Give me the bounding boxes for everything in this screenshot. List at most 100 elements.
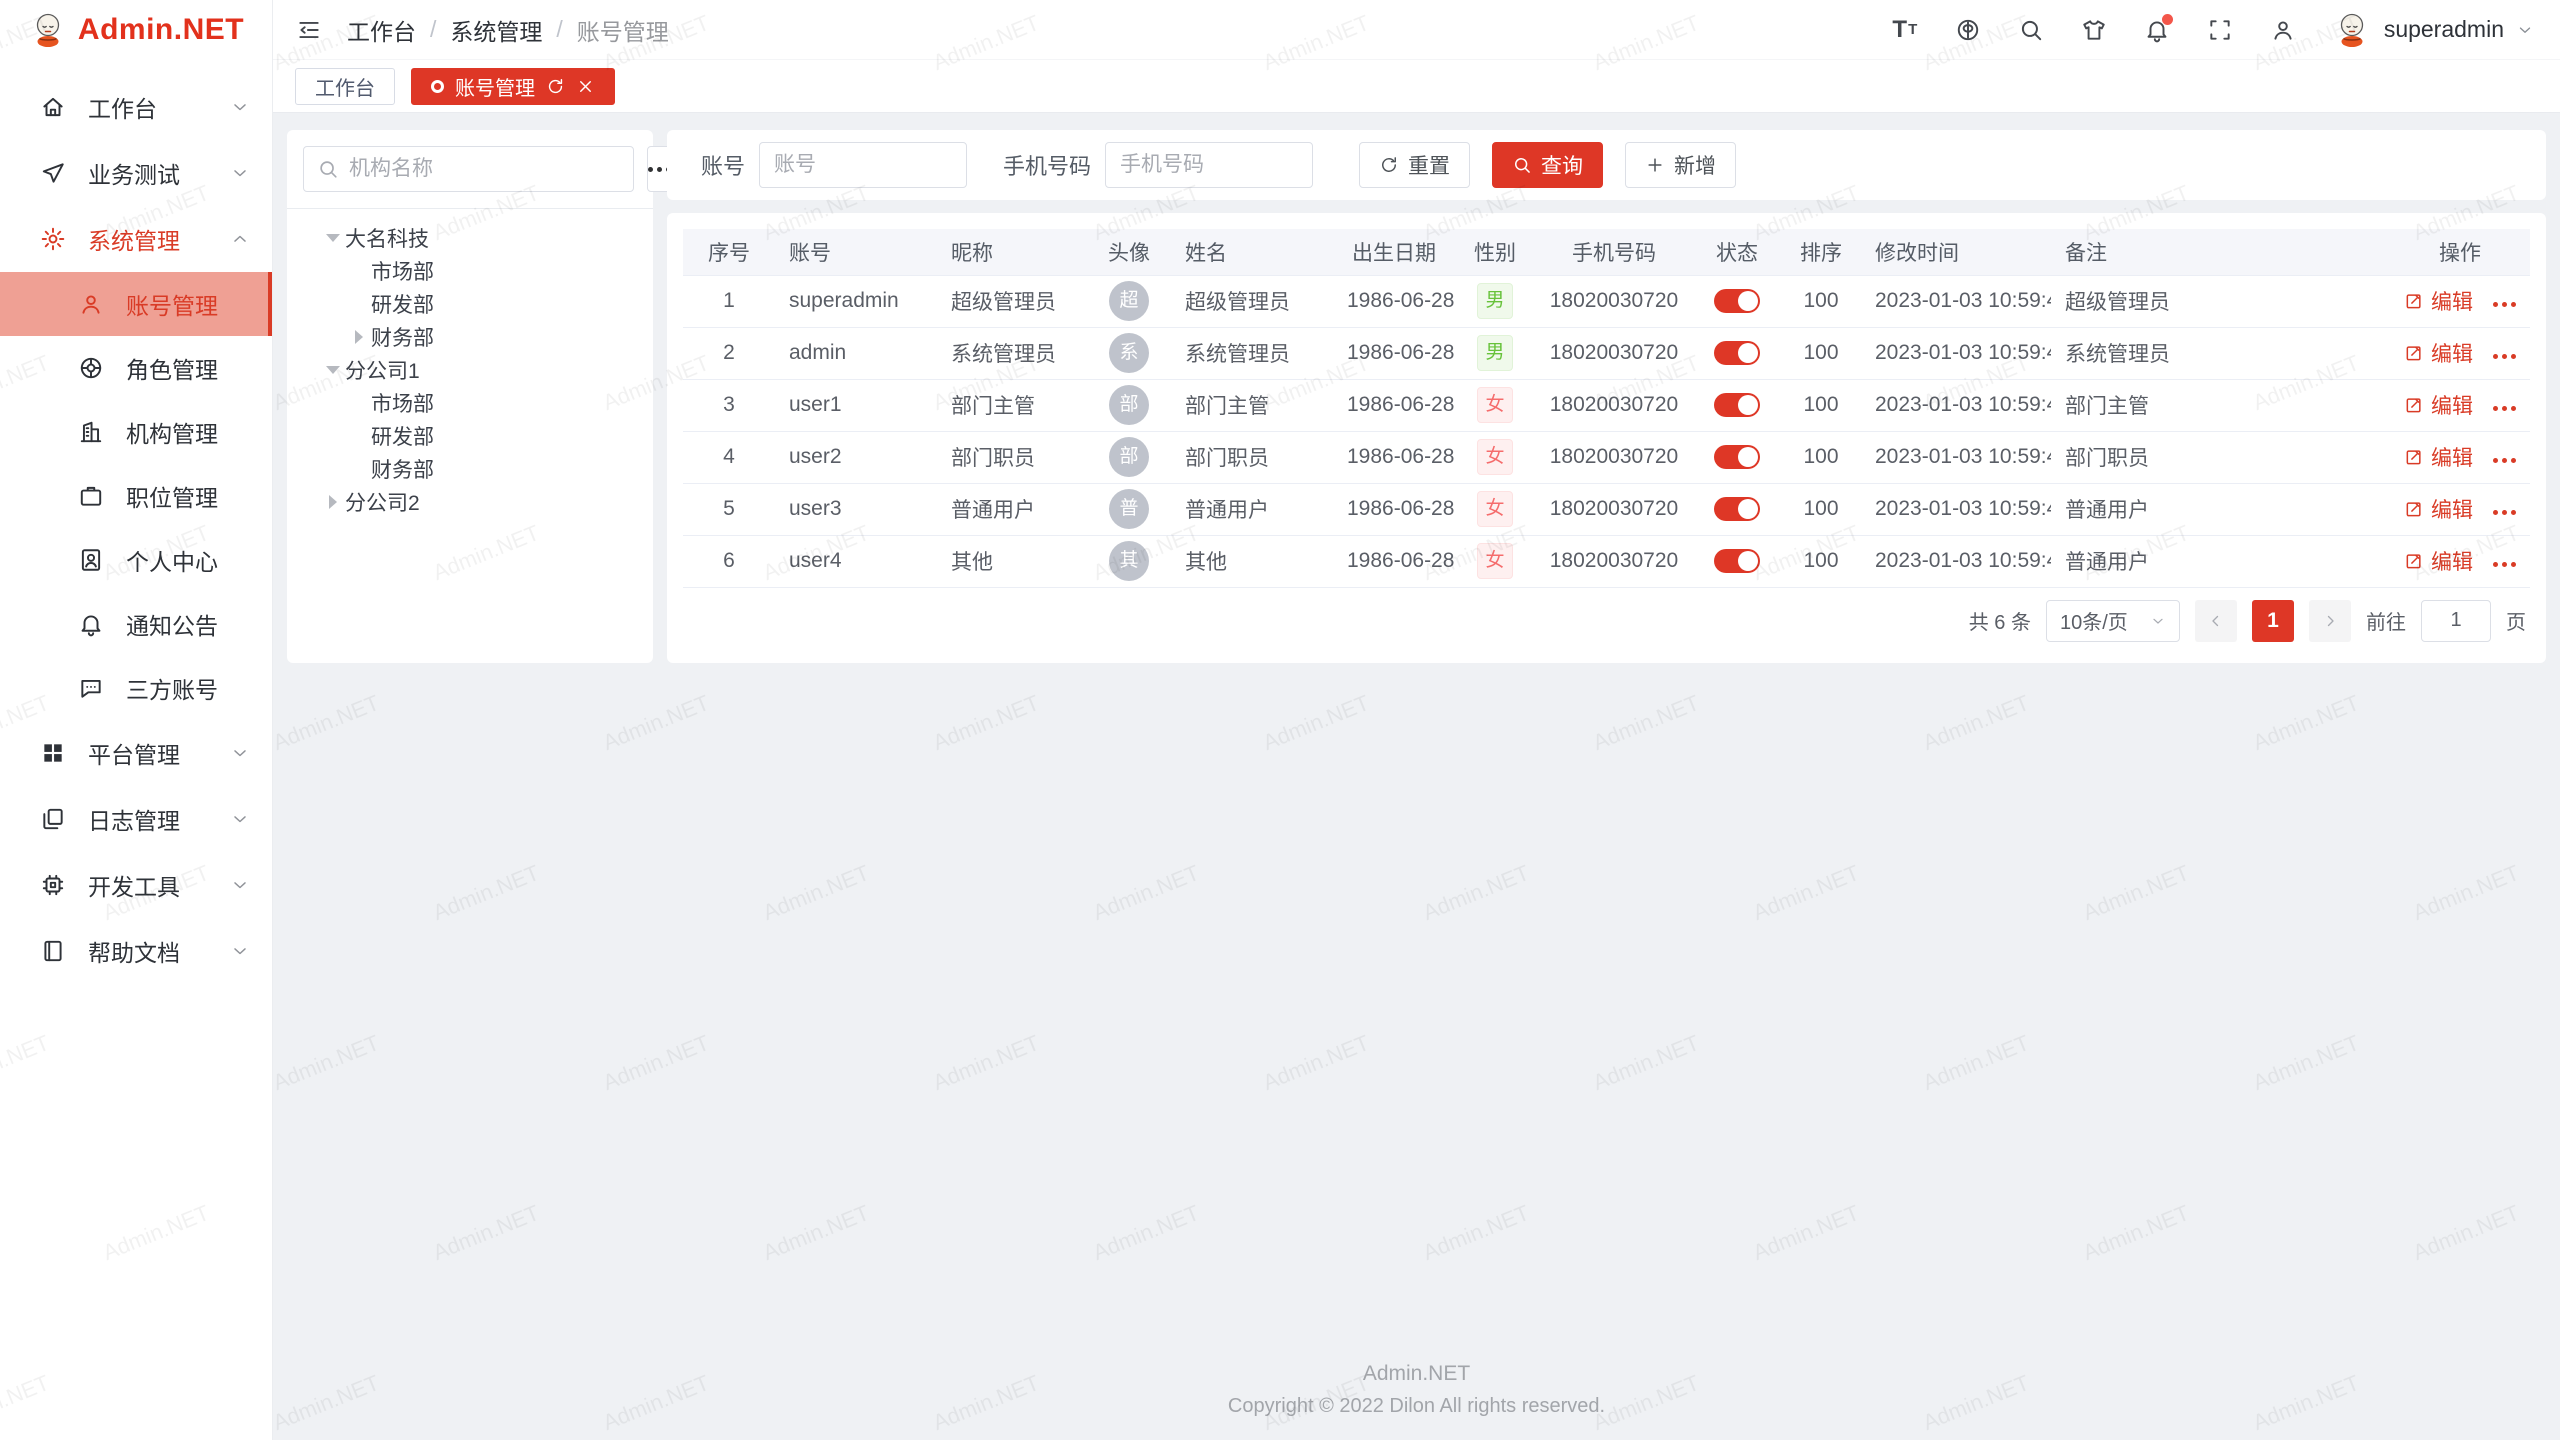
edit-button[interactable]: 编辑 <box>2404 442 2473 472</box>
active-tab-dot-icon <box>431 80 444 93</box>
tree-node[interactable]: 分公司1 <box>303 353 637 386</box>
chevron-down-icon <box>2150 613 2166 629</box>
column-header: 状态 <box>1693 229 1781 275</box>
phone-input[interactable] <box>1105 142 1313 188</box>
cell-status <box>1693 431 1781 483</box>
tree-node[interactable]: 分公司2 <box>303 485 637 518</box>
table-row: 6user4其他其其他1986-06-28女180200307201002023… <box>683 535 2530 587</box>
add-button[interactable]: 新增 <box>1625 142 1736 188</box>
caret-down-icon[interactable] <box>321 226 345 250</box>
sidebar-item[interactable]: 业务测试 <box>0 140 272 206</box>
status-toggle[interactable] <box>1714 445 1760 469</box>
row-more-button[interactable] <box>2493 510 2516 515</box>
tree-node[interactable]: 市场部 <box>303 254 637 287</box>
status-toggle[interactable] <box>1714 341 1760 365</box>
sidebar-subitem[interactable]: 个人中心 <box>0 528 272 592</box>
avatar <box>2332 10 2372 50</box>
cell-status <box>1693 379 1781 431</box>
row-more-button[interactable] <box>2493 562 2516 567</box>
column-header: 操作 <box>2390 229 2530 275</box>
cell-account: superadmin <box>775 275 937 327</box>
cell-remark: 普通用户 <box>2051 535 2390 587</box>
edit-button[interactable]: 编辑 <box>2404 286 2473 316</box>
status-toggle[interactable] <box>1714 393 1760 417</box>
goto-page-input[interactable] <box>2421 600 2491 642</box>
sidebar-subitem[interactable]: 职位管理 <box>0 464 272 528</box>
sidebar-item[interactable]: 工作台 <box>0 74 272 140</box>
tree-node[interactable]: 研发部 <box>303 287 637 320</box>
sidebar-item[interactable]: 帮助文档 <box>0 918 272 984</box>
notification-bell-icon[interactable] <box>2143 16 2171 44</box>
cell-avatar: 部 <box>1087 431 1171 483</box>
edit-button[interactable]: 编辑 <box>2404 390 2473 420</box>
sidebar-subitem[interactable]: 通知公告 <box>0 592 272 656</box>
row-more-button[interactable] <box>2493 406 2516 411</box>
org-search-field[interactable] <box>303 146 634 192</box>
goto-label: 前往 <box>2366 606 2406 635</box>
caret-right-icon[interactable] <box>321 490 345 514</box>
row-more-button[interactable] <box>2493 302 2516 307</box>
table-row: 2admin系统管理员系系统管理员1986-06-28男180200307201… <box>683 327 2530 379</box>
theme-icon[interactable] <box>2080 16 2108 44</box>
cell-status <box>1693 275 1781 327</box>
tree-node[interactable]: 大名科技 <box>303 221 637 254</box>
fullscreen-icon[interactable] <box>2206 16 2234 44</box>
breadcrumb-item[interactable]: 工作台 <box>347 13 416 47</box>
prev-page-button[interactable] <box>2195 600 2237 642</box>
org-search-input[interactable] <box>349 157 620 181</box>
font-size-icon[interactable]: TT <box>1891 16 1919 44</box>
status-toggle[interactable] <box>1714 549 1760 573</box>
reset-button[interactable]: 重置 <box>1359 142 1470 188</box>
close-icon[interactable] <box>576 77 595 96</box>
caret-down-icon[interactable] <box>321 358 345 382</box>
sidebar-subitem[interactable]: 账号管理 <box>0 272 272 336</box>
account-input[interactable] <box>759 142 967 188</box>
tree-node[interactable]: 市场部 <box>303 386 637 419</box>
bell-icon <box>78 611 104 637</box>
next-page-button[interactable] <box>2309 600 2351 642</box>
breadcrumb-separator: / <box>556 16 562 43</box>
row-more-button[interactable] <box>2493 354 2516 359</box>
search-icon[interactable] <box>2017 16 2045 44</box>
sidebar-subitem[interactable]: 机构管理 <box>0 400 272 464</box>
page-number-button[interactable]: 1 <box>2252 600 2294 642</box>
query-button[interactable]: 查询 <box>1492 142 1603 188</box>
breadcrumb-item[interactable]: 系统管理 <box>450 13 542 47</box>
sidebar-subitem[interactable]: 角色管理 <box>0 336 272 400</box>
sidebar-item[interactable]: 日志管理 <box>0 786 272 852</box>
edit-button[interactable]: 编辑 <box>2404 546 2473 576</box>
cell-account: user3 <box>775 483 937 535</box>
refresh-icon[interactable] <box>546 77 565 96</box>
cell-nickname: 普通用户 <box>937 483 1087 535</box>
cell-status <box>1693 535 1781 587</box>
status-toggle[interactable] <box>1714 289 1760 313</box>
tree-node[interactable]: 财务部 <box>303 452 637 485</box>
sidebar-item[interactable]: 开发工具 <box>0 852 272 918</box>
cell-phone: 18020030720 <box>1535 275 1693 327</box>
row-more-button[interactable] <box>2493 458 2516 463</box>
breadcrumb: 工作台/系统管理/账号管理 <box>347 13 669 47</box>
caret-right-icon[interactable] <box>347 325 371 349</box>
gender-badge: 女 <box>1477 387 1513 423</box>
user-menu[interactable]: superadmin <box>2332 10 2534 50</box>
person-icon[interactable] <box>2269 16 2297 44</box>
tab[interactable]: 工作台 <box>295 68 395 105</box>
cell-name: 普通用户 <box>1171 483 1333 535</box>
edit-button[interactable]: 编辑 <box>2404 494 2473 524</box>
logo[interactable]: Admin.NET <box>0 0 272 60</box>
menu-fold-icon[interactable] <box>295 16 323 44</box>
tree-node[interactable]: 财务部 <box>303 320 637 353</box>
status-toggle[interactable] <box>1714 497 1760 521</box>
cell-modified: 2023-01-03 10:59:44 <box>1861 431 2051 483</box>
column-header: 账号 <box>775 229 937 275</box>
edit-button[interactable]: 编辑 <box>2404 338 2473 368</box>
sidebar-item[interactable]: 系统管理 <box>0 206 272 272</box>
sidebar-item[interactable]: 平台管理 <box>0 720 272 786</box>
page-size-select[interactable]: 10条/页 <box>2046 600 2180 642</box>
language-icon[interactable] <box>1954 16 1982 44</box>
sidebar-subitem[interactable]: 三方账号 <box>0 656 272 720</box>
cell-birth: 1986-06-28 <box>1333 431 1455 483</box>
row-avatar: 普 <box>1109 489 1149 529</box>
tree-node[interactable]: 研发部 <box>303 419 637 452</box>
tab[interactable]: 账号管理 <box>411 68 615 105</box>
